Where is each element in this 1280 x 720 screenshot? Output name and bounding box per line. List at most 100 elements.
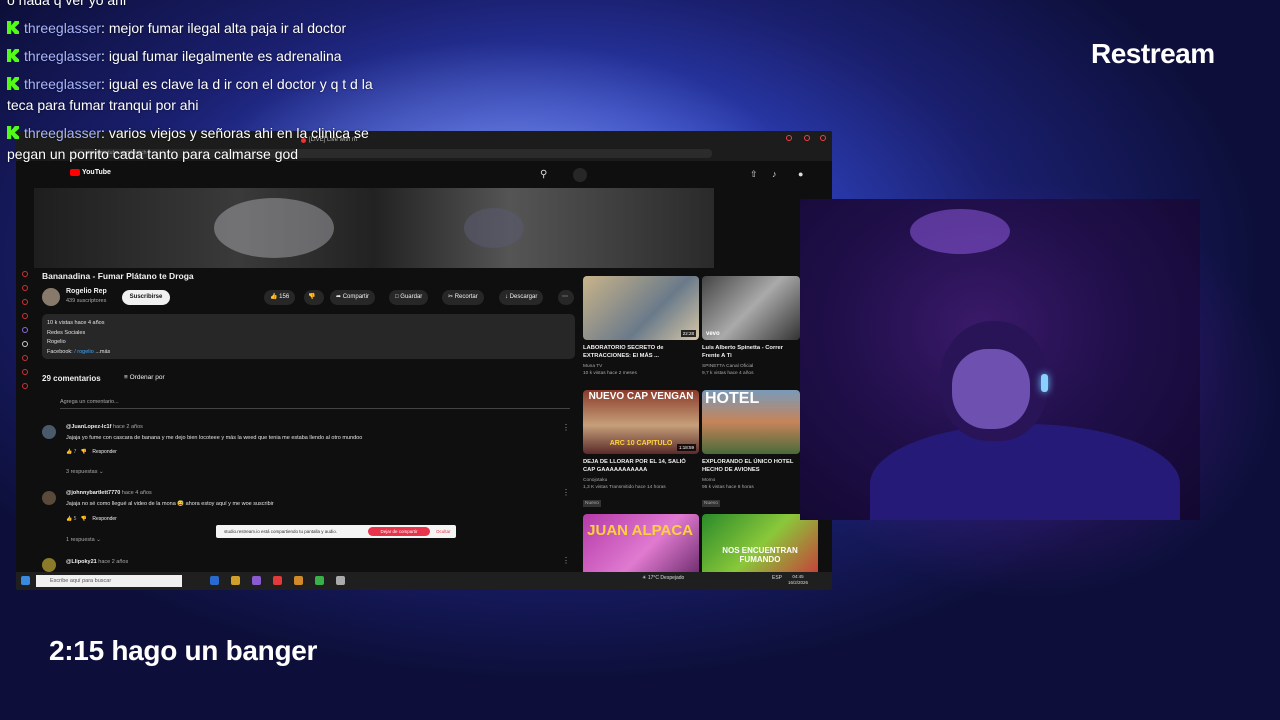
replies-count: 3 respuestas [66, 469, 98, 475]
replies-toggle[interactable]: 1 respuesta ⌄ [66, 537, 101, 543]
video-thumbnail: NOS ENCUENTRAN FUMANDO [702, 514, 818, 578]
rail-icon[interactable] [22, 341, 28, 347]
folder-icon[interactable] [231, 576, 240, 585]
comment-avatar[interactable] [42, 425, 56, 439]
rail-icon[interactable] [22, 327, 28, 333]
chat-username: threeglasser [24, 20, 102, 36]
like-icon[interactable]: 👍 [66, 516, 72, 522]
taskbar-app-icon[interactable] [315, 576, 324, 585]
video-meta: 1,3 K vistas Transmitido hace 14 horas [583, 485, 666, 490]
windows-start-icon[interactable] [21, 576, 30, 585]
save-label: Guardar [400, 294, 423, 300]
language-indicator[interactable]: ESP [772, 575, 782, 581]
chat-message: threeglasser: varios viejos y señoras ah… [7, 125, 369, 162]
comment-avatar[interactable] [42, 491, 56, 505]
webcam-light-shape [910, 209, 1010, 254]
chat-message: threeglasser: mejor fumar ilegal alta pa… [7, 18, 387, 39]
clock[interactable]: 04:45 16/2/2026 [788, 574, 808, 586]
facebook-link[interactable]: / rogelio [74, 349, 94, 355]
video-thumbnail: HOTEL [702, 390, 800, 454]
close-icon[interactable] [820, 135, 826, 141]
save-button[interactable]: □ Guardar [389, 290, 429, 305]
upload-icon[interactable]: ⇧ [750, 169, 758, 180]
taskbar-app-icon[interactable] [294, 576, 303, 585]
reply-button[interactable]: Responder [92, 516, 116, 522]
reply-button[interactable]: Responder [92, 449, 116, 455]
description-views: 10 k vistas hace 4 años [47, 320, 105, 326]
screen-share-notice: studio.restream.io está compartiendo tu … [216, 525, 456, 538]
avatar[interactable]: ● [798, 169, 803, 179]
description-line: Redes Sociales [47, 329, 86, 336]
rail-icon[interactable] [22, 383, 28, 389]
opera-icon[interactable] [273, 576, 282, 585]
bell-icon[interactable]: ♪ [772, 169, 777, 179]
recommended-video[interactable]: vevo Luis Alberto Spinetta - Correr Fren… [702, 276, 800, 377]
recommended-video[interactable]: NOS ENCUENTRAN FUMANDO [702, 514, 818, 578]
webcam-feed [800, 199, 1200, 520]
rail-icon[interactable] [22, 285, 28, 291]
rail-icon[interactable] [22, 369, 28, 375]
subscribe-button[interactable]: Suscribirse [122, 290, 170, 305]
weather-widget[interactable]: ☀ 17°C Despejado [642, 575, 684, 581]
channel-avatar[interactable] [42, 288, 60, 306]
description-line: Rogelio [47, 339, 66, 345]
recommended-video[interactable]: JUAN ALPACA [583, 514, 699, 578]
sort-label: Ordenar por [129, 374, 165, 381]
replies-toggle[interactable]: 3 respuestas ⌄ [66, 469, 104, 475]
taskbar-app-icon[interactable] [210, 576, 219, 585]
dislike-icon[interactable]: 👎 [81, 449, 87, 455]
comment-author[interactable]: @JuanLopez-lc1f hace 2 años [66, 424, 143, 430]
video-thumbnail: JUAN ALPACA [583, 514, 699, 578]
hide-button[interactable]: Ocultar [436, 525, 451, 538]
rail-icon[interactable] [22, 313, 28, 319]
taskbar-app-icon[interactable] [336, 576, 345, 585]
like-icon[interactable]: 👍 [66, 449, 72, 455]
webcam-person-face [952, 349, 1030, 429]
video-channel: Muna TV [583, 364, 603, 369]
comment-menu-icon[interactable]: ⋮ [562, 488, 570, 497]
kick-icon [7, 49, 19, 62]
comment-time: hace 2 años [112, 424, 143, 430]
like-count: 156 [279, 294, 290, 300]
video-player[interactable] [34, 188, 714, 268]
thumbnail-caption: NOS ENCUENTRAN FUMANDO [722, 546, 798, 564]
video-channel: Momo [702, 478, 716, 483]
video-duration: 22:28 [680, 330, 696, 337]
description-box[interactable]: 10 k vistas hace 4 años Redes Sociales R… [42, 314, 575, 359]
taskbar-app-icon[interactable] [252, 576, 261, 585]
comment-menu-icon[interactable]: ⋮ [562, 423, 570, 432]
clip-button[interactable]: ✂ Recortar [442, 290, 484, 305]
add-comment-input[interactable]: Agrega un comentario... [60, 399, 570, 409]
video-title: Luis Alberto Spinetta - Correr Frente A … [702, 345, 783, 359]
recommended-video[interactable]: 22:28 LABORATORIO SECRETO de EXTRACCIONE… [583, 276, 699, 377]
comment-author-name: @Llipoky21 [66, 559, 97, 565]
stop-sharing-button[interactable]: Dejar de compartir [368, 527, 430, 536]
comment-author[interactable]: @johnnybartlett7770 hace 4 años [66, 490, 152, 496]
comment-avatar[interactable] [42, 558, 56, 572]
rail-icon[interactable] [22, 271, 28, 277]
comment-actions: 👍 5 👎 Responder [66, 516, 117, 522]
video-frame-shape [464, 208, 524, 248]
rail-icon[interactable] [22, 355, 28, 361]
dislike-icon[interactable]: 👎 [81, 516, 87, 522]
sort-button[interactable]: ≡ Ordenar por [124, 374, 165, 381]
more-actions-icon[interactable]: ⋯ [558, 290, 574, 305]
thumbnail-caption: JUAN ALPACA [587, 522, 693, 539]
comment-author[interactable]: @Llipoky21 hace 2 años [66, 559, 128, 565]
minimize-icon[interactable] [786, 135, 792, 141]
rail-icon[interactable] [22, 299, 28, 305]
show-more-link[interactable]: ...más [95, 349, 110, 355]
search-icon[interactable]: ⚲ [540, 169, 547, 180]
recommended-video[interactable]: HOTEL EXPLORANDO EL ÚNICO HOTEL HECHO DE… [702, 390, 800, 509]
comment-menu-icon[interactable]: ⋮ [562, 556, 570, 565]
share-button[interactable]: ➦ Compartir [330, 290, 376, 305]
maximize-icon[interactable] [804, 135, 810, 141]
channel-name[interactable]: Rogelio Rep [66, 288, 107, 295]
recommended-video[interactable]: NUEVO CAP VENGAN ARC 10 CAPITULO 1:18:59… [583, 390, 699, 509]
dislike-button[interactable]: 👎 [304, 290, 324, 305]
microphone-icon[interactable] [573, 168, 587, 182]
download-button[interactable]: ↓ Descargar [499, 290, 544, 305]
like-button[interactable]: 👍 156 [264, 290, 296, 305]
taskbar-search-input[interactable]: Escribe aquí para buscar [36, 575, 182, 587]
video-title: Bananadina - Fumar Plátano te Droga [42, 271, 194, 281]
